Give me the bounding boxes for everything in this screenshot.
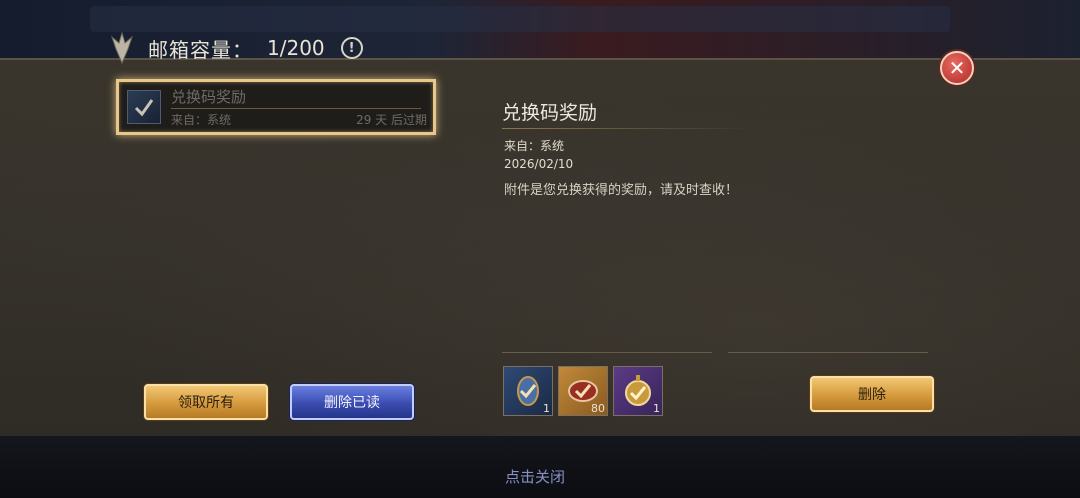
detail-body: 附件是您兑换获得的奖励，请及时查收！ <box>504 183 739 198</box>
info-icon[interactable]: ! <box>340 37 363 59</box>
close-button[interactable]: ✕ <box>940 51 974 85</box>
attachment-qty: 1 <box>543 402 550 415</box>
mail-item-divider <box>171 108 421 109</box>
mailbox-header: 邮箱容量： 1/200 ! <box>108 28 363 68</box>
delete-button[interactable]: 删除 <box>810 376 934 412</box>
mail-expiry: 29 天 后过期 <box>356 113 427 127</box>
attachment-slot[interactable]: 1 <box>503 366 553 416</box>
attachment-slot[interactable]: 1 <box>613 366 663 416</box>
mail-list-item[interactable]: 兑换码奖励 来自：系统 29 天 后过期 <box>116 79 436 135</box>
detail-date: 2026/02/10 <box>504 157 574 171</box>
delete-read-button[interactable]: 删除已读 <box>290 384 414 420</box>
attachment-qty: 1 <box>653 402 660 415</box>
tap-to-close-hint[interactable]: 点击关闭 <box>505 466 565 487</box>
mail-sender: 来自：系统 <box>171 113 232 127</box>
mailbox-capacity-label: 邮箱容量： <box>148 37 253 62</box>
detail-sender: 来自：系统 <box>504 139 565 153</box>
claim-all-button[interactable]: 领取所有 <box>144 384 268 420</box>
attachment-qty: 80 <box>591 402 605 415</box>
attachment-divider-right <box>728 352 928 353</box>
detail-title-divider <box>502 128 752 129</box>
attachment-divider-left <box>502 352 712 353</box>
checkmark-icon <box>134 99 154 117</box>
mail-subject: 兑换码奖励 <box>171 88 247 106</box>
mailbox-capacity-count: 1/200 <box>267 36 325 60</box>
attachment-slot[interactable]: 80 <box>558 366 608 416</box>
mail-item-icon <box>127 90 161 124</box>
detail-title: 兑换码奖励 <box>502 102 598 124</box>
crest-icon <box>110 31 134 65</box>
